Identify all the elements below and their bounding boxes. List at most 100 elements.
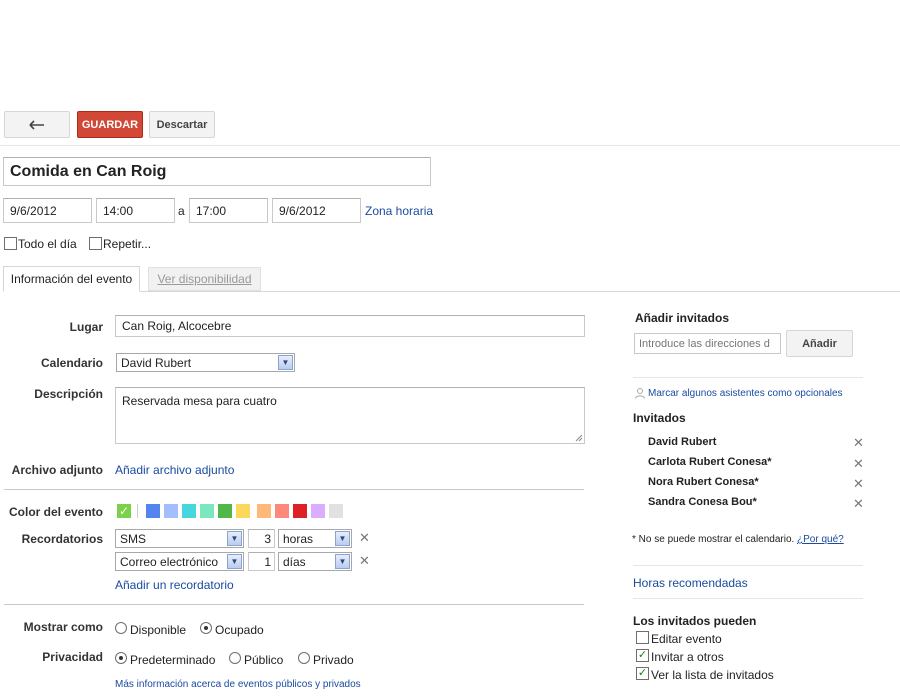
chevron-down-icon: ▼ bbox=[227, 531, 242, 546]
add-attachment-link[interactable]: Añadir archivo adjunto bbox=[115, 463, 234, 477]
end-time-input[interactable]: 17:00 bbox=[189, 198, 268, 223]
reminders-label: Recordatorios bbox=[21, 532, 103, 546]
permission-see-list-checkbox[interactable]: ✓ bbox=[636, 667, 649, 680]
event-color-swatch[interactable] bbox=[311, 504, 325, 518]
event-color-swatch[interactable] bbox=[182, 504, 196, 518]
calendar-note: * No se puede mostrar el calendario. bbox=[632, 534, 795, 545]
attachment-divider bbox=[4, 489, 584, 490]
event-color-swatch[interactable] bbox=[236, 504, 250, 518]
mark-optional-link[interactable]: Marcar algunos asistentes como opcionale… bbox=[648, 388, 843, 399]
event-color-swatch[interactable] bbox=[218, 504, 232, 518]
calendar-label: Calendario bbox=[40, 356, 103, 370]
repeat-label: Repetir... bbox=[103, 237, 152, 251]
reminder-2-remove-icon[interactable]: ✕ bbox=[359, 553, 370, 569]
save-button[interactable]: GUARDAR bbox=[77, 111, 143, 138]
discard-button[interactable]: Descartar bbox=[149, 111, 215, 138]
start-date-input[interactable]: 9/6/2012 bbox=[3, 198, 92, 223]
tabs-divider bbox=[140, 291, 900, 292]
add-guests-button[interactable]: Añadir bbox=[786, 330, 853, 357]
show-as-busy-label: Ocupado bbox=[215, 623, 264, 637]
guests-divider-1 bbox=[633, 377, 863, 378]
description-textarea[interactable]: Reservada mesa para cuatro bbox=[115, 387, 585, 444]
reminder-2-amount-value: 1 bbox=[264, 554, 271, 569]
reminder-1-amount-value: 3 bbox=[264, 531, 271, 546]
resize-handle-icon[interactable] bbox=[575, 434, 583, 442]
privacy-private-radio[interactable] bbox=[298, 652, 310, 664]
reminder-1-unit-value: horas bbox=[283, 531, 314, 546]
tab-event-info-label: Información del evento bbox=[10, 272, 133, 286]
privacy-default-radio[interactable] bbox=[115, 652, 127, 664]
guests-divider-3 bbox=[633, 598, 863, 599]
tab-event-info[interactable]: Información del evento bbox=[3, 266, 140, 292]
end-date-value: 9/6/2012 bbox=[279, 203, 326, 218]
guests-divider-2 bbox=[633, 565, 863, 566]
description-value: Reservada mesa para cuatro bbox=[122, 394, 277, 408]
all-day-checkbox[interactable] bbox=[4, 237, 17, 250]
reminder-2-unit-select[interactable]: días ▼ bbox=[278, 552, 352, 571]
suggested-times-link[interactable]: Horas recomendadas bbox=[633, 576, 748, 590]
permission-edit-label: Editar evento bbox=[651, 632, 722, 646]
guests-can-title: Los invitados pueden bbox=[633, 614, 757, 628]
add-guests-title: Añadir invitados bbox=[635, 311, 730, 325]
start-time-input[interactable]: 14:00 bbox=[96, 198, 175, 223]
reminder-1-amount-input[interactable]: 3 bbox=[248, 529, 275, 548]
event-color-swatch[interactable] bbox=[257, 504, 271, 518]
privacy-default-label: Predeterminado bbox=[130, 653, 216, 667]
add-guests-input[interactable] bbox=[634, 333, 781, 354]
show-as-available-label: Disponible bbox=[130, 623, 187, 637]
event-color-swatch[interactable] bbox=[200, 504, 214, 518]
event-color-swatch[interactable] bbox=[275, 504, 289, 518]
privacy-private-label: Privado bbox=[313, 653, 354, 667]
tab-availability-label: Ver disponibilidad bbox=[157, 272, 252, 286]
reminder-2-method-select[interactable]: Correo electrónico ▼ bbox=[115, 552, 244, 571]
where-label: Lugar bbox=[69, 320, 103, 334]
reminder-2-amount-input[interactable]: 1 bbox=[248, 552, 275, 571]
event-title-input[interactable]: Comida en Can Roig bbox=[3, 157, 431, 186]
event-color-swatch[interactable] bbox=[146, 504, 160, 518]
chevron-down-icon: ▼ bbox=[227, 554, 242, 569]
event-color-swatch[interactable] bbox=[329, 504, 343, 518]
show-as-available-radio[interactable] bbox=[115, 622, 127, 634]
guest-name: Carlota Rubert Conesa* bbox=[648, 456, 772, 468]
privacy-info-link[interactable]: Más información acerca de eventos públic… bbox=[115, 679, 361, 690]
back-button[interactable] bbox=[4, 111, 70, 138]
privacy-public-radio[interactable] bbox=[229, 652, 241, 664]
repeat-checkbox[interactable] bbox=[89, 237, 102, 250]
permission-edit-checkbox[interactable] bbox=[636, 631, 649, 644]
reminder-1-method-select[interactable]: SMS ▼ bbox=[115, 529, 244, 548]
reminder-2-unit-value: días bbox=[283, 554, 306, 569]
event-title-value: Comida en Can Roig bbox=[10, 162, 167, 180]
add-reminder-link[interactable]: Añadir un recordatorio bbox=[115, 578, 234, 592]
guest-name: Sandra Conesa Bou* bbox=[648, 496, 757, 508]
event-color-swatch[interactable] bbox=[164, 504, 178, 518]
where-value: Can Roig, Alcocebre bbox=[122, 319, 232, 333]
calendar-select[interactable]: David Rubert ▼ bbox=[116, 353, 295, 372]
reminder-2-method-value: Correo electrónico bbox=[120, 554, 219, 569]
privacy-public-label: Público bbox=[244, 653, 284, 667]
tab-availability[interactable]: Ver disponibilidad bbox=[148, 267, 261, 291]
check-icon: ✓ bbox=[118, 504, 130, 518]
permission-invite-checkbox[interactable]: ✓ bbox=[636, 649, 649, 662]
why-link[interactable]: ¿Por qué? bbox=[797, 534, 844, 545]
chevron-down-icon: ▼ bbox=[278, 355, 293, 370]
remove-guest-icon[interactable]: ✕ bbox=[853, 476, 864, 492]
chevron-down-icon: ▼ bbox=[335, 554, 350, 569]
end-time-value: 17:00 bbox=[196, 203, 227, 218]
show-as-busy-radio[interactable] bbox=[200, 622, 212, 634]
end-date-input[interactable]: 9/6/2012 bbox=[272, 198, 361, 223]
remove-guest-icon[interactable]: ✕ bbox=[853, 456, 864, 472]
remove-guest-icon[interactable]: ✕ bbox=[853, 435, 864, 451]
event-color-label: Color del evento bbox=[8, 505, 103, 519]
timezone-link[interactable]: Zona horaria bbox=[365, 204, 433, 218]
attachment-label: Archivo adjunto bbox=[11, 463, 103, 477]
where-input[interactable]: Can Roig, Alcocebre bbox=[115, 315, 585, 337]
event-color-swatch[interactable] bbox=[293, 504, 307, 518]
reminder-1-unit-select[interactable]: horas ▼ bbox=[278, 529, 352, 548]
event-color-swatch-selected[interactable]: ✓ bbox=[117, 504, 131, 518]
permission-see-list-label: Ver la lista de invitados bbox=[651, 668, 774, 682]
reminder-1-remove-icon[interactable]: ✕ bbox=[359, 530, 370, 546]
remove-guest-icon[interactable]: ✕ bbox=[853, 496, 864, 512]
back-arrow-icon bbox=[29, 119, 44, 130]
time-range-separator: a bbox=[178, 204, 185, 218]
privacy-label: Privacidad bbox=[42, 650, 103, 664]
